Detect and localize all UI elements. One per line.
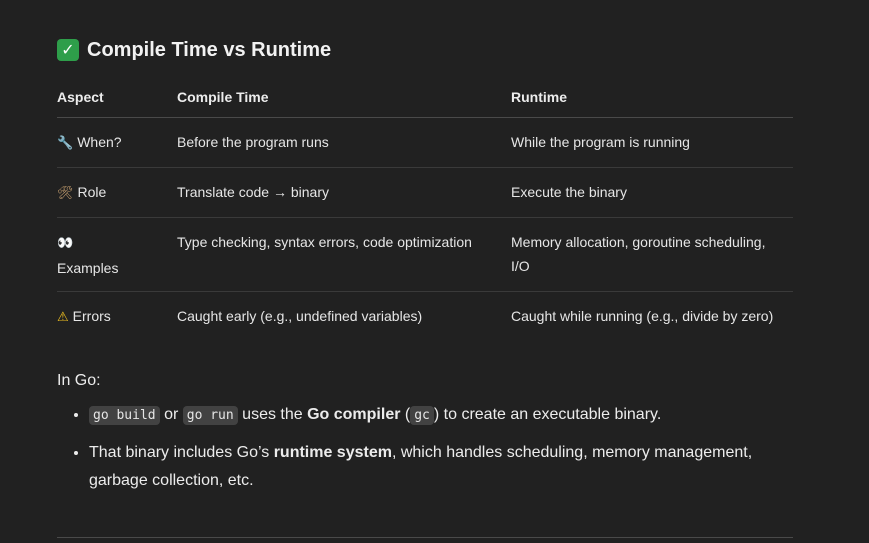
aspect-cell: 🛠 Role: [57, 167, 177, 218]
text-fragment: uses the: [237, 406, 308, 423]
table-row: 🛠 Role Translate code → binary Execute th…: [57, 167, 793, 218]
compile-time-cell: Caught early (e.g., undefined variables): [177, 308, 423, 324]
table-header-row: Aspect Compile Time Runtime: [57, 89, 793, 118]
message-content: ✓ Compile Time vs Runtime Aspect Compile…: [57, 36, 793, 504]
aspect-label: Errors: [72, 308, 111, 324]
aspect-label: Examples: [57, 260, 119, 276]
aspect-label: When?: [77, 134, 122, 150]
section-divider: [57, 537, 793, 538]
bold-text: runtime system: [273, 444, 392, 461]
runtime-cell: Execute the binary: [511, 167, 793, 218]
runtime-cell: Memory allocation, goroutine scheduling,…: [511, 217, 793, 292]
text-fragment: ) to create an executable binary.: [433, 406, 662, 423]
runtime-cell: Caught while running (e.g., divide by ze…: [511, 308, 774, 324]
inline-code: gc: [410, 406, 434, 425]
section-heading-text: Compile Time vs Runtime: [87, 39, 332, 61]
column-header-compile-time: Compile Time: [177, 89, 511, 118]
column-header-aspect: Aspect: [57, 89, 177, 118]
aspect-cell: 👀 Examples: [57, 217, 177, 292]
text-fragment: or: [159, 406, 183, 423]
warning-icon: ⚠: [57, 310, 69, 325]
intro-paragraph: In Go:: [57, 372, 101, 389]
runtime-cell: While the program is running: [511, 117, 793, 168]
section-heading: ✓ Compile Time vs Runtime: [57, 36, 793, 64]
compile-time-cell: Type checking, syntax errors, code optim…: [177, 217, 511, 292]
inline-code: go run: [182, 406, 238, 425]
table-row: 👀 Examples Type checking, syntax errors, …: [57, 217, 793, 292]
inline-code: go build: [89, 406, 160, 425]
aspect-label: Role: [77, 184, 107, 200]
table-row: 🔧 When? Before the program runs While the…: [57, 117, 793, 168]
bold-text: Go compiler: [307, 406, 401, 423]
column-header-runtime: Runtime: [511, 89, 793, 118]
wrench-icon: 🔧: [57, 136, 74, 151]
comparison-table: Aspect Compile Time Runtime 🔧 When? Befor…: [57, 89, 793, 341]
table-row: ⚠ Errors Caught early (e.g., undefined va…: [57, 292, 793, 342]
text-fragment: (: [400, 406, 411, 423]
compile-time-cell: Before the program runs: [177, 117, 511, 168]
bullet-list: go build or go run uses the Go compiler …: [57, 401, 793, 495]
list-item: That binary includes Go’s runtime system…: [89, 439, 793, 495]
aspect-cell: ⚠ Errors: [57, 292, 177, 342]
list-item: go build or go run uses the Go compiler …: [89, 401, 793, 430]
aspect-cell: 🔧 When?: [57, 117, 177, 168]
eyes-icon: 👀: [57, 236, 74, 251]
compile-time-cell: Translate code → binary: [177, 167, 511, 218]
hammer-wrench-icon: 🛠: [57, 186, 74, 201]
check-mark-icon: ✓: [57, 39, 79, 61]
text-fragment: That binary includes Go’s: [89, 444, 274, 461]
